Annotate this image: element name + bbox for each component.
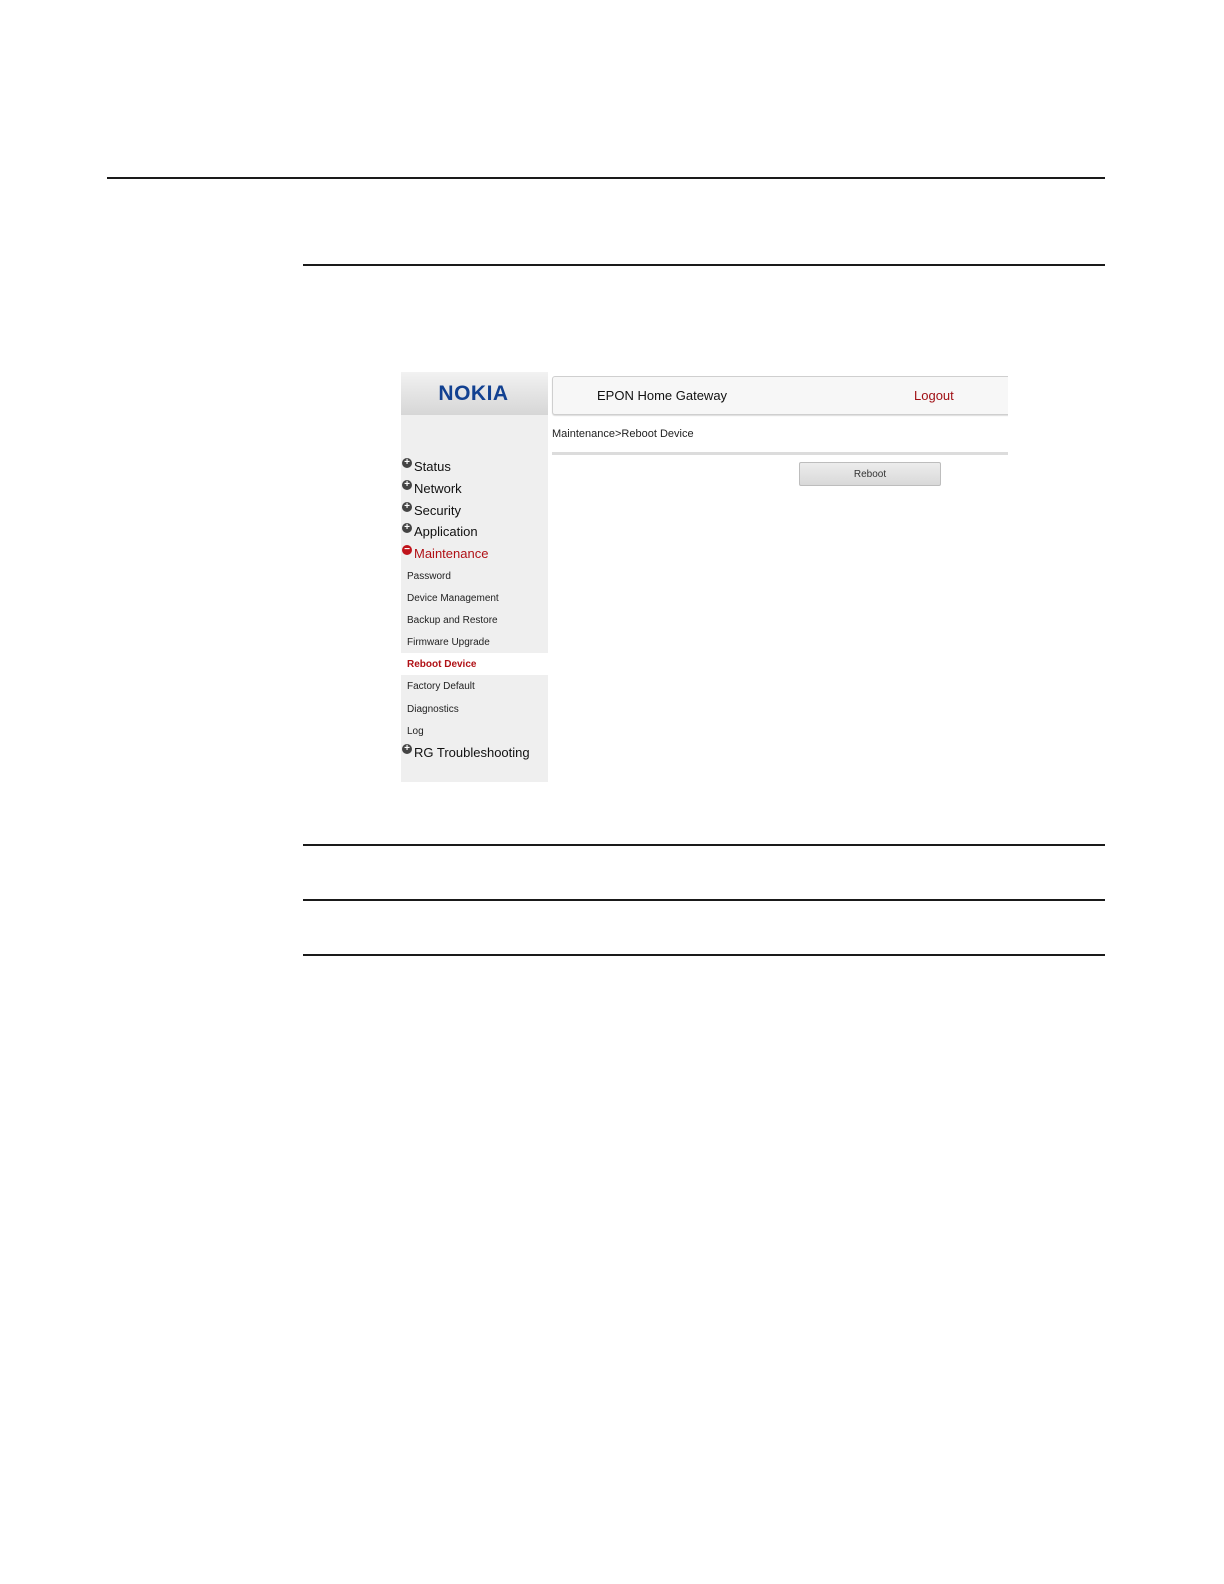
sidebar-subitem-password[interactable]: Password xyxy=(401,565,548,587)
sidebar-item-security[interactable]: + Security xyxy=(401,500,461,520)
sidebar-subitem-diagnostics[interactable]: Diagnostics xyxy=(401,698,548,720)
sidebar-item-maintenance[interactable]: − Maintenance xyxy=(401,543,488,563)
sidebar-item-rg-troubleshooting[interactable]: + RG Troubleshooting xyxy=(401,742,530,762)
sidebar: NOKIA + Status + Network + Security + Ap… xyxy=(401,372,548,782)
page-rule-top xyxy=(107,177,1105,179)
expand-plus-icon: + xyxy=(402,502,412,512)
expand-plus-icon: + xyxy=(402,480,412,490)
sidebar-item-network[interactable]: + Network xyxy=(401,478,462,498)
sidebar-item-label: Status xyxy=(414,458,451,474)
sidebar-subitem-reboot-device[interactable]: Reboot Device xyxy=(401,653,548,675)
nokia-logo: NOKIA xyxy=(438,381,509,405)
sidebar-item-label: Application xyxy=(414,523,478,539)
collapse-minus-icon: − xyxy=(402,545,412,555)
sidebar-subitem-device-management[interactable]: Device Management xyxy=(401,587,548,609)
sidebar-subitem-firmware-upgrade[interactable]: Firmware Upgrade xyxy=(401,631,548,653)
expand-plus-icon: + xyxy=(402,458,412,468)
section-rule xyxy=(303,264,1105,266)
app-title: EPON Home Gateway xyxy=(597,388,728,403)
sidebar-item-application[interactable]: + Application xyxy=(401,521,478,541)
sidebar-item-label: Maintenance xyxy=(414,545,489,561)
header-bar: EPON Home Gateway Logout xyxy=(552,376,1008,415)
sidebar-item-label: RG Troubleshooting xyxy=(414,744,530,760)
section-rule xyxy=(303,844,1105,846)
sidebar-item-status[interactable]: + Status xyxy=(401,456,451,476)
reboot-button[interactable]: Reboot xyxy=(799,462,941,486)
expand-plus-icon: + xyxy=(402,744,412,754)
section-rule xyxy=(303,899,1105,901)
breadcrumb: Maintenance>Reboot Device xyxy=(552,428,694,440)
sidebar-subitem-log[interactable]: Log xyxy=(401,720,548,742)
sidebar-subitem-factory-default[interactable]: Factory Default xyxy=(401,675,548,697)
logo-area: NOKIA xyxy=(401,372,548,415)
expand-plus-icon: + xyxy=(402,523,412,533)
sidebar-item-label: Security xyxy=(414,502,461,518)
sidebar-item-label: Network xyxy=(414,480,462,496)
content-divider xyxy=(552,452,1008,455)
sidebar-subitem-backup-restore[interactable]: Backup and Restore xyxy=(401,609,548,631)
gateway-screenshot: NOKIA + Status + Network + Security + Ap… xyxy=(401,372,1008,782)
logout-link[interactable]: Logout xyxy=(914,388,954,403)
section-rule xyxy=(303,954,1105,956)
